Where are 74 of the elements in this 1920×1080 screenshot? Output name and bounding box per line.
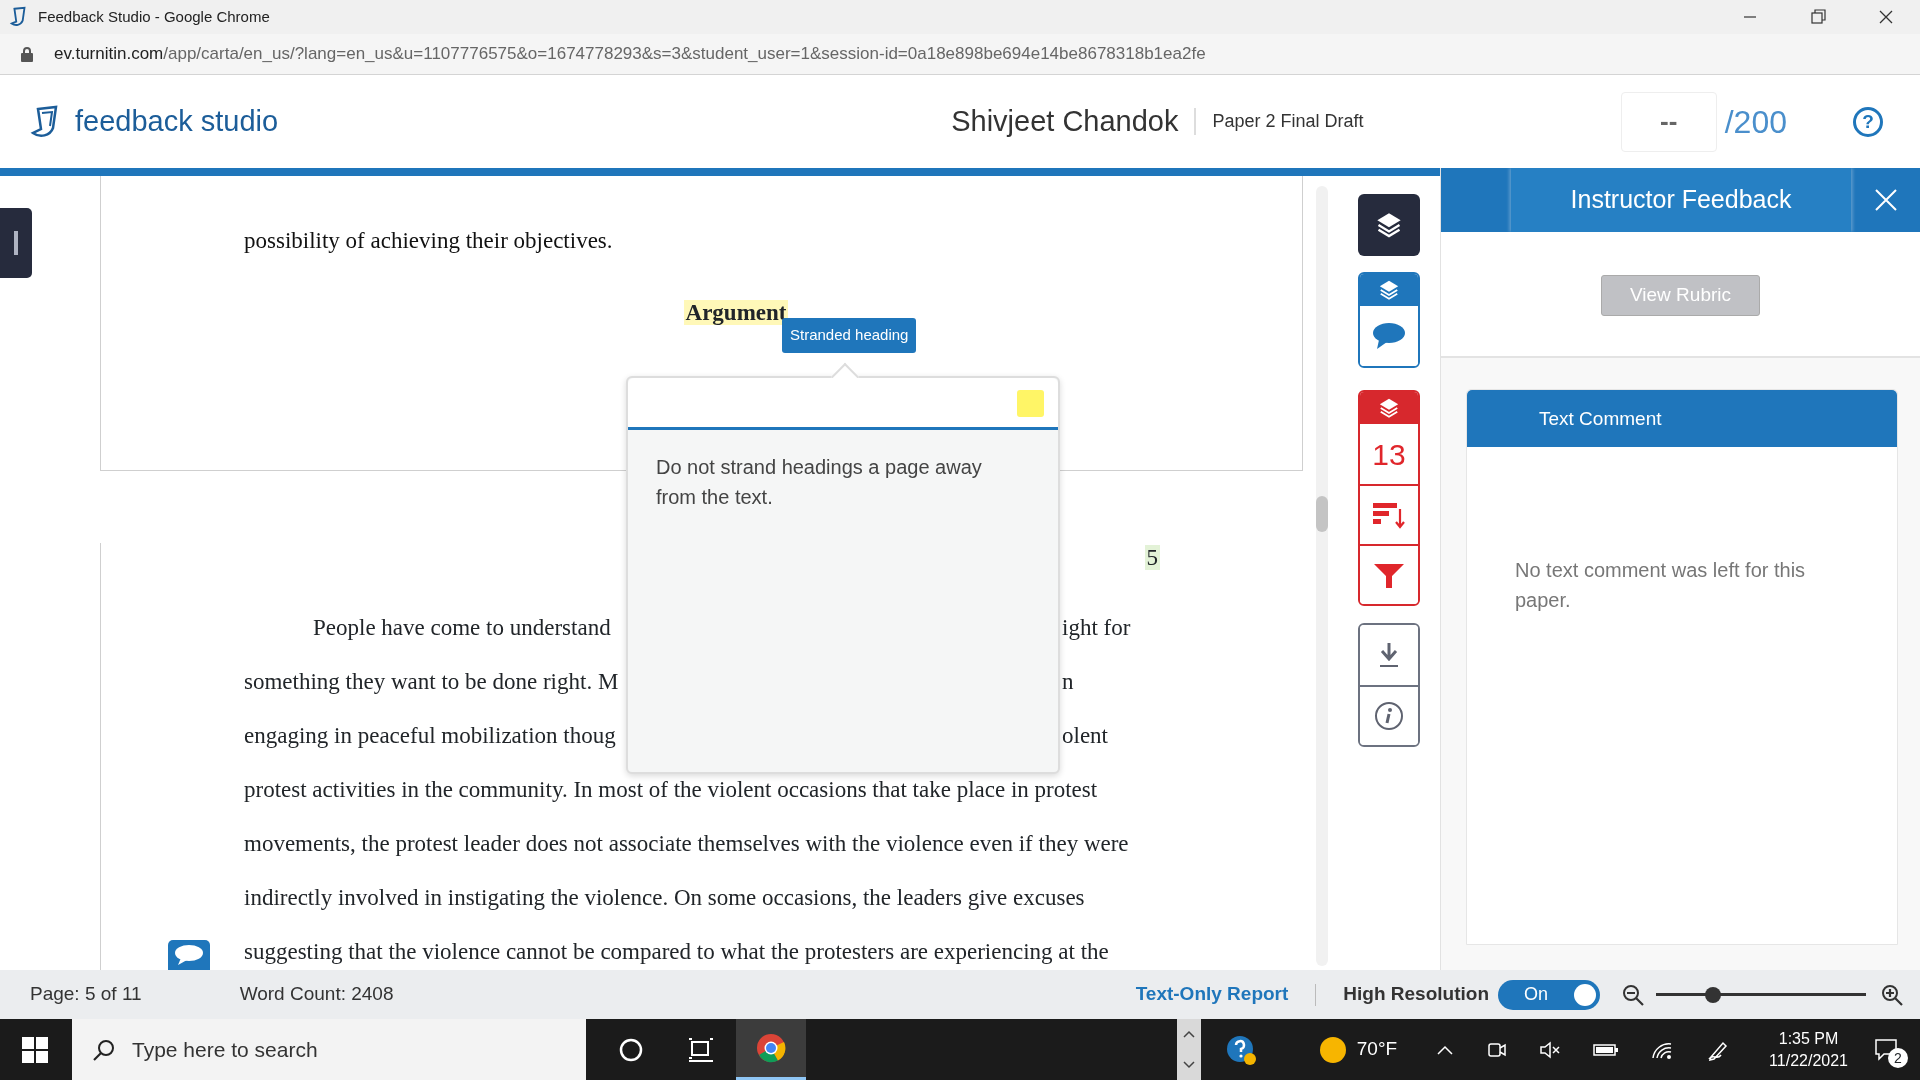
resolution-toggle[interactable]: On (1498, 979, 1600, 1010)
word-count: Word Count: 2408 (239, 982, 394, 1007)
scroll-down-icon[interactable] (1182, 1060, 1195, 1069)
layers-icon (1378, 397, 1400, 419)
text-line: People have come to understand (312, 614, 612, 642)
text-only-report-link[interactable]: Text-Only Report (1135, 980, 1289, 1009)
layers-icon (1378, 279, 1400, 301)
panel-title: Instructor Feedback (1511, 168, 1851, 232)
browser-icon (756, 1033, 786, 1063)
taskbar-search-field[interactable]: Type here to search (72, 1019, 586, 1080)
download-icon (1378, 642, 1400, 668)
sun-icon[interactable] (1318, 1035, 1347, 1064)
comment-text: Do not strand headings a page away from the text. (655, 455, 983, 510)
empty-message: No text comment was left for this paper. (1514, 558, 1807, 613)
sidebar-handle[interactable] (0, 208, 32, 278)
notification-icon[interactable] (1874, 1037, 1900, 1062)
task-view-icon (688, 1037, 714, 1062)
search-icon (92, 1037, 116, 1062)
zoom-out-icon[interactable] (1622, 983, 1644, 1006)
layer-header[interactable] (1360, 392, 1418, 424)
page-indicator: Page: 5 of 11 (30, 982, 142, 1007)
battery-icon[interactable] (1593, 1041, 1620, 1058)
window-title: Feedback Studio - Google Chrome (38, 6, 270, 27)
taskbar-app-button[interactable] (736, 1019, 806, 1080)
text-line: engaging in peaceful mobilization thoug (244, 722, 617, 750)
layer-header[interactable] (1360, 274, 1418, 306)
clock-date[interactable]: 11/22/2021 (1769, 1049, 1848, 1072)
weather-temperature[interactable]: 70°F (1356, 1035, 1398, 1064)
card-title: Text Comment (1467, 390, 1897, 447)
paragraph-text: possibility of achieving their objectives. (244, 227, 614, 255)
help-badge-icon[interactable] (1224, 1033, 1257, 1066)
filter-button[interactable] (1360, 544, 1418, 604)
scroll-up-icon[interactable] (1182, 1030, 1195, 1039)
info-button[interactable] (1360, 685, 1418, 745)
slider-thumb[interactable] (1704, 986, 1721, 1003)
text-line: something they want to be done right. M (244, 668, 620, 696)
issue-count: 13 (1372, 436, 1406, 473)
resolution-label: High Resolution (1343, 982, 1489, 1007)
layers-icon (1375, 211, 1403, 239)
text-line: protest activities in the community. In most of the violent occasions that take place in protest (244, 776, 1099, 804)
grip-icon (14, 231, 18, 255)
speech-bubble-icon (1372, 322, 1406, 350)
student-name: Shivjeet Chandok (951, 103, 1179, 139)
color-swatch[interactable] (1017, 390, 1044, 417)
sort-icon (1373, 501, 1405, 529)
text-line: indirectly involved in instigating the violence. On some occasions, the leaders give excuses (244, 884, 1086, 912)
layers-button[interactable] (1358, 194, 1420, 256)
notification-count: 2 (1888, 1047, 1908, 1068)
highlighted-heading: Argument (683, 300, 789, 325)
filter-icon (1374, 562, 1404, 588)
circle-icon (619, 1037, 643, 1062)
page-number: 5 (1144, 545, 1160, 570)
max-score: /200 (1724, 102, 1787, 142)
text-line: ight for (1062, 614, 1132, 642)
score-field[interactable]: -- (1620, 91, 1717, 152)
assignment-title: Paper 2 Final Draft (1194, 108, 1364, 135)
scrollbar[interactable] (1316, 186, 1328, 966)
caret-up-icon[interactable] (1437, 1044, 1454, 1055)
clock-time[interactable]: 1:35 PM (1769, 1027, 1848, 1050)
help-icon[interactable]: ? (1853, 106, 1883, 137)
speaker-muted-icon[interactable] (1539, 1039, 1562, 1060)
lock-icon (20, 46, 34, 62)
windows-start-icon[interactable] (22, 1036, 48, 1063)
speech-bubble-icon (174, 944, 204, 966)
comment-marker[interactable] (168, 940, 210, 970)
close-icon (1874, 189, 1897, 211)
zoom-in-icon[interactable] (1881, 983, 1903, 1006)
text-line: movements, the protest leader does not associate themselves with the violence even if they were (244, 830, 1130, 858)
scroll-thumb[interactable] (1316, 496, 1328, 532)
info-icon (1374, 701, 1404, 731)
text-line: n (1062, 668, 1075, 696)
text-line: suggesting that the violence cannot be compared to what the protesters are experiencing at the (244, 938, 1110, 966)
text-line: olent (1062, 722, 1109, 750)
product-name: feedback studio (75, 103, 279, 139)
